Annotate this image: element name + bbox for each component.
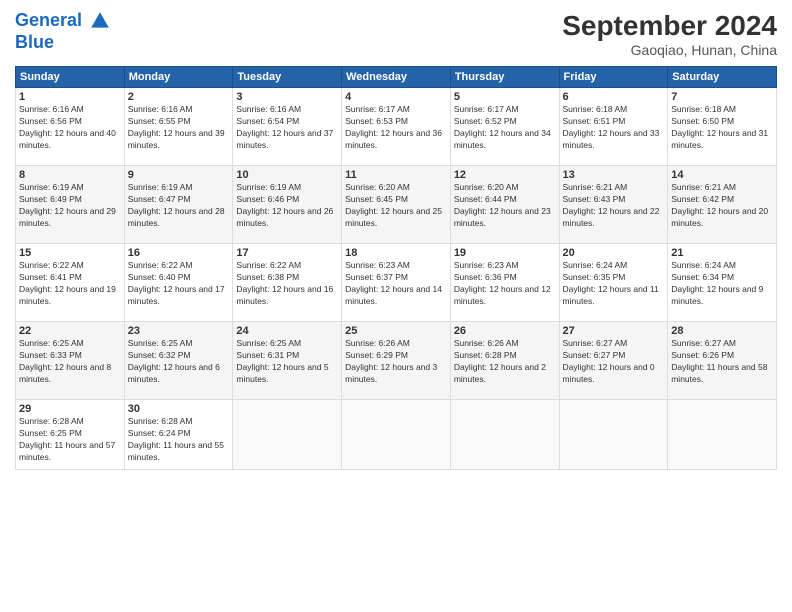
week-row-5: 29Sunrise: 6:28 AMSunset: 6:25 PMDayligh… [16,400,777,470]
day-14: 14Sunrise: 6:21 AMSunset: 6:42 PMDayligh… [668,166,777,244]
day-3: 3Sunrise: 6:16 AMSunset: 6:54 PMDaylight… [233,88,342,166]
day-8: 8Sunrise: 6:19 AMSunset: 6:49 PMDaylight… [16,166,125,244]
header: General Blue September 2024 Gaoqiao, Hun… [15,10,777,58]
day-16: 16Sunrise: 6:22 AMSunset: 6:40 PMDayligh… [124,244,233,322]
weekday-header-row: Sunday Monday Tuesday Wednesday Thursday… [16,67,777,88]
day-26: 26Sunrise: 6:26 AMSunset: 6:28 PMDayligh… [450,322,559,400]
logo-icon [89,10,111,32]
day-17: 17Sunrise: 6:22 AMSunset: 6:38 PMDayligh… [233,244,342,322]
week-row-4: 22Sunrise: 6:25 AMSunset: 6:33 PMDayligh… [16,322,777,400]
month-title: September 2024 [562,10,777,42]
day-24: 24Sunrise: 6:25 AMSunset: 6:31 PMDayligh… [233,322,342,400]
location: Gaoqiao, Hunan, China [562,42,777,58]
header-wednesday: Wednesday [342,67,451,88]
header-tuesday: Tuesday [233,67,342,88]
empty-cell [668,400,777,470]
header-sunday: Sunday [16,67,125,88]
empty-cell [559,400,668,470]
page-container: General Blue September 2024 Gaoqiao, Hun… [0,0,792,612]
logo-text: General [15,10,111,32]
day-27: 27Sunrise: 6:27 AMSunset: 6:27 PMDayligh… [559,322,668,400]
day-18: 18Sunrise: 6:23 AMSunset: 6:37 PMDayligh… [342,244,451,322]
logo-blue: Blue [15,32,111,53]
header-thursday: Thursday [450,67,559,88]
day-13: 13Sunrise: 6:21 AMSunset: 6:43 PMDayligh… [559,166,668,244]
day-12: 12Sunrise: 6:20 AMSunset: 6:44 PMDayligh… [450,166,559,244]
logo: General Blue [15,10,111,53]
day-9: 9Sunrise: 6:19 AMSunset: 6:47 PMDaylight… [124,166,233,244]
week-row-3: 15Sunrise: 6:22 AMSunset: 6:41 PMDayligh… [16,244,777,322]
day-28: 28Sunrise: 6:27 AMSunset: 6:26 PMDayligh… [668,322,777,400]
day-19: 19Sunrise: 6:23 AMSunset: 6:36 PMDayligh… [450,244,559,322]
day-15: 15Sunrise: 6:22 AMSunset: 6:41 PMDayligh… [16,244,125,322]
title-block: September 2024 Gaoqiao, Hunan, China [562,10,777,58]
day-23: 23Sunrise: 6:25 AMSunset: 6:32 PMDayligh… [124,322,233,400]
day-29: 29Sunrise: 6:28 AMSunset: 6:25 PMDayligh… [16,400,125,470]
day-2: 2Sunrise: 6:16 AMSunset: 6:55 PMDaylight… [124,88,233,166]
week-row-2: 8Sunrise: 6:19 AMSunset: 6:49 PMDaylight… [16,166,777,244]
week-row-1: 1Sunrise: 6:16 AMSunset: 6:56 PMDaylight… [16,88,777,166]
day-6: 6Sunrise: 6:18 AMSunset: 6:51 PMDaylight… [559,88,668,166]
empty-cell [450,400,559,470]
day-22: 22Sunrise: 6:25 AMSunset: 6:33 PMDayligh… [16,322,125,400]
day-30: 30Sunrise: 6:28 AMSunset: 6:24 PMDayligh… [124,400,233,470]
day-21: 21Sunrise: 6:24 AMSunset: 6:34 PMDayligh… [668,244,777,322]
day-5: 5Sunrise: 6:17 AMSunset: 6:52 PMDaylight… [450,88,559,166]
header-friday: Friday [559,67,668,88]
calendar: Sunday Monday Tuesday Wednesday Thursday… [15,66,777,470]
empty-cell [233,400,342,470]
day-4: 4Sunrise: 6:17 AMSunset: 6:53 PMDaylight… [342,88,451,166]
day-25: 25Sunrise: 6:26 AMSunset: 6:29 PMDayligh… [342,322,451,400]
day-7: 7Sunrise: 6:18 AMSunset: 6:50 PMDaylight… [668,88,777,166]
day-11: 11Sunrise: 6:20 AMSunset: 6:45 PMDayligh… [342,166,451,244]
header-monday: Monday [124,67,233,88]
day-1: 1Sunrise: 6:16 AMSunset: 6:56 PMDaylight… [16,88,125,166]
empty-cell [342,400,451,470]
day-10: 10Sunrise: 6:19 AMSunset: 6:46 PMDayligh… [233,166,342,244]
day-20: 20Sunrise: 6:24 AMSunset: 6:35 PMDayligh… [559,244,668,322]
header-saturday: Saturday [668,67,777,88]
